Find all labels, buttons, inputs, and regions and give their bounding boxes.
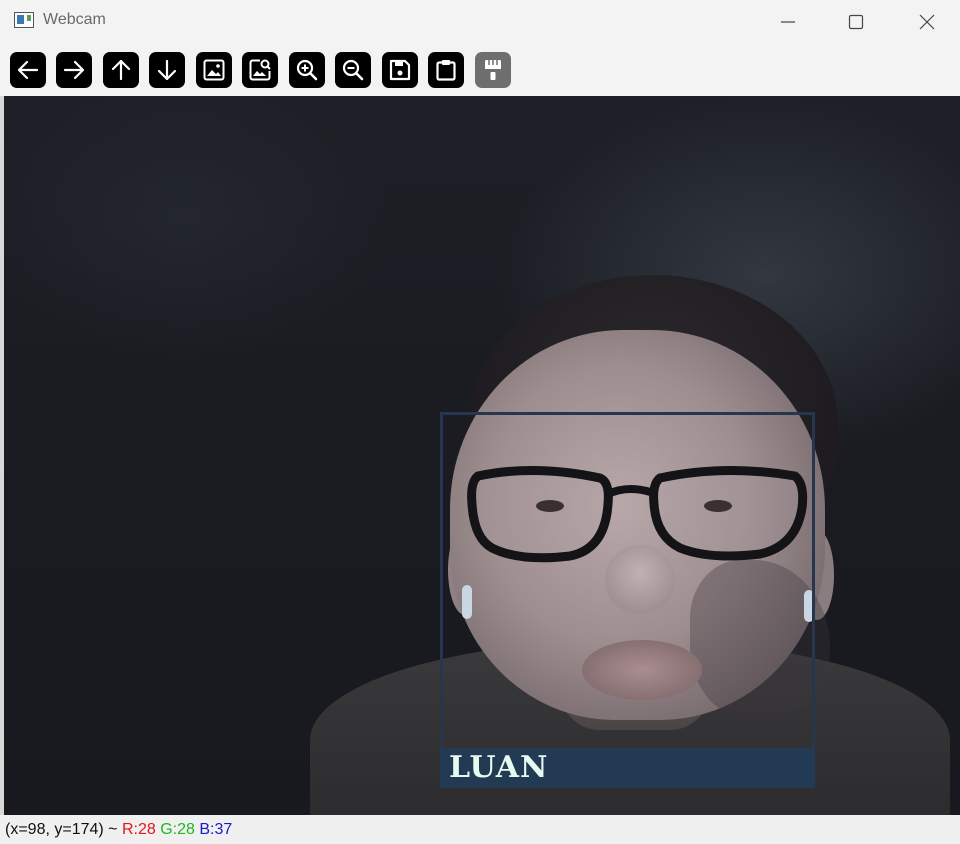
- clipboard-icon: [436, 60, 456, 81]
- zoom-to-fit-button[interactable]: [196, 52, 232, 88]
- status-bar: (x=98, y=174) ~ R:28 G:28 B:37: [0, 815, 960, 844]
- close-icon: [919, 14, 935, 30]
- arrow-left-icon: [17, 60, 39, 80]
- zoom-out-icon: [342, 59, 364, 81]
- maximize-button[interactable]: [833, 0, 879, 44]
- pan-left-button[interactable]: [10, 52, 46, 88]
- webcam-window: Webcam LUAN (x=98, y=174) ~ R:28 G:28 B:…: [0, 0, 960, 844]
- maximize-icon: [848, 14, 864, 30]
- close-button[interactable]: [904, 0, 950, 44]
- image-search-icon: [249, 59, 271, 81]
- face-detection-box: [440, 412, 815, 788]
- window-title: Webcam: [43, 11, 106, 28]
- minimize-button[interactable]: [765, 0, 811, 44]
- title-bar[interactable]: Webcam: [0, 0, 960, 44]
- zoom-in-icon: [296, 59, 318, 81]
- pan-right-button[interactable]: [56, 52, 92, 88]
- toolbar: [0, 44, 960, 96]
- copy-clipboard-button[interactable]: [428, 52, 464, 88]
- zoom-in-button[interactable]: [289, 52, 325, 88]
- arrow-up-icon: [111, 59, 131, 81]
- status-coordinates: (x=98, y=174) ~: [5, 821, 118, 838]
- status-red-value: R:28: [121, 821, 156, 838]
- arrow-down-icon: [157, 59, 177, 81]
- paint-brush-icon: [485, 60, 501, 80]
- detection-label: LUAN: [449, 750, 549, 785]
- zoom-out-button[interactable]: [335, 52, 371, 88]
- save-image-button[interactable]: [382, 52, 418, 88]
- zoom-actual-button[interactable]: [242, 52, 278, 88]
- image-icon: [203, 59, 225, 81]
- properties-button[interactable]: [475, 52, 511, 88]
- arrow-right-icon: [63, 60, 85, 80]
- save-icon: [389, 59, 411, 81]
- status-blue-value: B:37: [199, 821, 233, 838]
- pan-up-button[interactable]: [103, 52, 139, 88]
- pan-down-button[interactable]: [149, 52, 185, 88]
- minimize-icon: [781, 21, 795, 23]
- status-green-value: G:28: [160, 821, 195, 838]
- app-icon: [14, 12, 34, 28]
